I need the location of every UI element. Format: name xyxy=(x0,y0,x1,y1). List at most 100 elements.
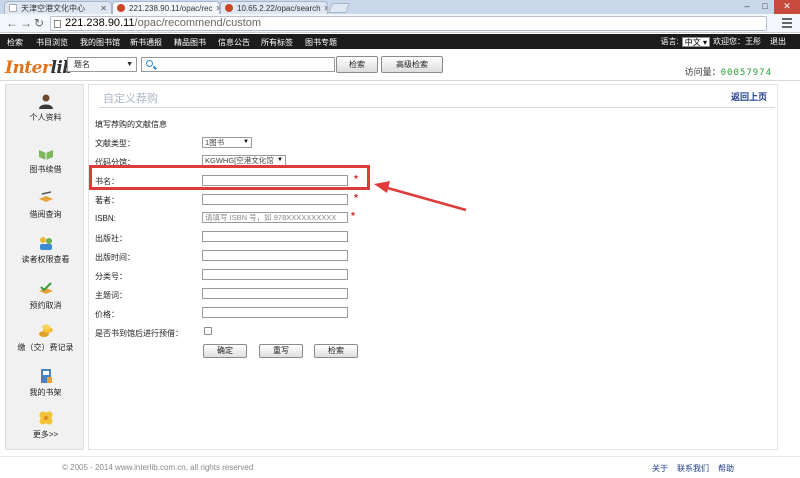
tab-close-icon[interactable]: ✕ xyxy=(321,4,327,13)
pub-date-input[interactable] xyxy=(202,250,348,261)
tab-close-icon[interactable]: ✕ xyxy=(212,4,219,13)
sidebar-item-cancel-reservation[interactable]: 预约取消 xyxy=(6,281,85,311)
window-controls: – □ ✕ xyxy=(738,0,800,14)
sidebar-item-label: 个人资料 xyxy=(29,113,62,122)
borrow-query-icon xyxy=(38,191,53,202)
user-icon xyxy=(38,94,53,109)
sidebar-item-renew[interactable]: 图书续借 xyxy=(6,145,85,175)
minimize-icon[interactable]: – xyxy=(738,0,756,14)
nav-item-my-library[interactable]: 我的图书馆 xyxy=(80,37,120,48)
payment-record-icon xyxy=(38,324,53,337)
price-label: 价格： xyxy=(95,310,119,319)
forward-arrow-icon[interactable]: → xyxy=(20,16,32,30)
highlight-box xyxy=(89,165,370,190)
tab-title: 天津空港文化中心 xyxy=(21,3,85,13)
welcome-text: 欢迎您：王彤 xyxy=(713,37,761,46)
browser-tab[interactable]: 10.65.2.22/opac/search ✕ xyxy=(220,1,328,14)
nav-item-topics[interactable]: 图书专题 xyxy=(305,37,337,48)
sidebar-item-label: 更多>> xyxy=(32,430,59,439)
search-type-value: 题名 xyxy=(74,60,90,69)
class-no-input[interactable] xyxy=(202,269,348,280)
interlib-logo[interactable]: Interlib xyxy=(5,58,74,78)
book-renew-icon xyxy=(38,150,53,160)
chevron-down-icon: ▼ xyxy=(277,157,283,163)
doc-type-select[interactable]: 1图书 ▼ xyxy=(202,137,252,148)
browser-menu-icon[interactable] xyxy=(782,18,792,30)
tab-close-icon[interactable]: ✕ xyxy=(97,4,107,13)
nav-item-featured[interactable]: 精品图书 xyxy=(174,37,206,48)
sidebar-item-bookshelf[interactable]: 我的书架 xyxy=(6,368,85,398)
subject-input[interactable] xyxy=(202,288,348,299)
class-no-label: 分类号： xyxy=(95,272,127,281)
reset-button[interactable]: 重写 xyxy=(259,344,303,358)
sidebar-item-label: 预约取消 xyxy=(29,301,62,310)
sidebar-item-more[interactable]: 更多>> xyxy=(6,410,85,440)
page-footer: © 2005 - 2014 www.interlib.com.cn, all r… xyxy=(0,456,800,478)
footer-link-about[interactable]: 关于 xyxy=(652,463,668,474)
search-button[interactable]: 检索 xyxy=(336,56,378,73)
reserve-label: 是否书到馆后进行预借： xyxy=(95,329,183,338)
reload-icon[interactable]: ↻ xyxy=(34,16,44,30)
advanced-search-button[interactable]: 高级检索 xyxy=(381,56,443,73)
search-form-button[interactable]: 检索 xyxy=(314,344,358,358)
isbn-input[interactable]: 请填写 ISBN 号，如 978XXXXXXXXXX xyxy=(202,212,348,223)
confirm-button[interactable]: 确定 xyxy=(203,344,247,358)
sidebar-item-payments[interactable]: 缴（交）费记录 xyxy=(6,323,85,353)
search-icon xyxy=(146,60,153,67)
nav-item-search[interactable]: 检索 xyxy=(7,37,23,48)
back-link[interactable]: 返回上页 xyxy=(731,90,767,103)
new-tab-button[interactable] xyxy=(328,3,350,13)
tab-title: 221.238.90.11/opac/rec xyxy=(129,3,213,13)
maximize-icon[interactable]: □ xyxy=(756,0,774,14)
browser-tab-strip: 天津空港文化中心 ✕ 221.238.90.11/opac/rec ✕ 10.6… xyxy=(0,0,800,14)
browser-tab-active[interactable]: 221.238.90.11/opac/rec ✕ xyxy=(112,1,220,14)
language-select[interactable]: 中文 ▾ xyxy=(681,36,710,47)
pub-date-label: 出版时间： xyxy=(95,253,135,262)
sidebar-item-profile[interactable]: 个人资料 xyxy=(6,93,85,123)
author-label: 著者： xyxy=(95,196,119,205)
subject-label: 主题词： xyxy=(95,291,127,300)
address-path: /opac/recommend/custom xyxy=(134,17,262,29)
sidebar-item-label: 借阅查询 xyxy=(29,210,62,219)
nav-item-browse[interactable]: 书目浏览 xyxy=(36,37,68,48)
bookshelf-icon xyxy=(40,369,52,383)
user-area: 语言: 中文 ▾ 欢迎您：王彤 退出 xyxy=(661,36,786,47)
sidebar-item-borrow-query[interactable]: 借阅查询 xyxy=(6,190,85,220)
language-value: 中文 xyxy=(684,37,701,47)
nav-item-new-books[interactable]: 新书通报 xyxy=(130,37,162,48)
reserve-checkbox[interactable] xyxy=(204,327,212,335)
author-input[interactable] xyxy=(202,194,348,205)
footer-link-contact[interactable]: 联系我们 xyxy=(677,463,709,474)
back-arrow-icon[interactable]: ← xyxy=(6,16,18,30)
sidebar-item-label: 我的书架 xyxy=(29,388,62,397)
reservation-cancel-icon xyxy=(38,282,53,294)
more-icon xyxy=(39,411,52,425)
window-close-icon[interactable]: ✕ xyxy=(774,0,800,14)
language-label: 语言: xyxy=(660,37,679,46)
sidebar-item-label: 读者权限查看 xyxy=(21,255,70,264)
visit-counter: 访问量：00057974 xyxy=(685,65,772,78)
publisher-input[interactable] xyxy=(202,231,348,242)
section-title: 填写荐购的文献信息 xyxy=(95,120,167,129)
sidebar-item-label: 图书续借 xyxy=(29,165,62,174)
nav-item-announcements[interactable]: 信息公告 xyxy=(218,37,250,48)
price-input[interactable] xyxy=(202,307,348,318)
address-host: 221.238.90.11 xyxy=(65,17,135,29)
doc-type-label: 文献类型： xyxy=(95,139,135,148)
nav-item-tags[interactable]: 所有标签 xyxy=(261,37,293,48)
sidebar: 个人资料 图书续借 借阅查询 读者权限查看 预约取消 缴（交）费记录 我的书架 … xyxy=(5,84,84,450)
search-type-select[interactable]: 题名 ▼ xyxy=(67,57,137,72)
recommend-form-panel: 自定义荐购 返回上页 填写荐购的文献信息 文献类型： 1图书 ▼ 代码分馆： K… xyxy=(88,84,778,450)
logout-link[interactable]: 退出 xyxy=(770,36,786,47)
sidebar-item-permissions[interactable]: 读者权限查看 xyxy=(6,235,85,265)
title-divider xyxy=(99,107,775,108)
search-input[interactable] xyxy=(141,57,335,72)
site-favicon-icon xyxy=(117,4,125,12)
site-navigation: 检索 书目浏览 我的图书馆 新书通报 精品图书 信息公告 所有标签 图书专题 语… xyxy=(0,34,800,49)
visits-label: 访问量： xyxy=(684,67,721,77)
browser-tab[interactable]: 天津空港文化中心 ✕ xyxy=(4,1,112,14)
search-header: Interlib 题名 ▼ 检索 高级检索 访问量：00057974 xyxy=(0,49,800,81)
address-bar[interactable]: 221.238.90.11/opac/recommend/custom xyxy=(50,16,767,31)
footer-link-help[interactable]: 帮助 xyxy=(718,463,734,474)
tab-title: 10.65.2.22/opac/search xyxy=(237,3,321,13)
